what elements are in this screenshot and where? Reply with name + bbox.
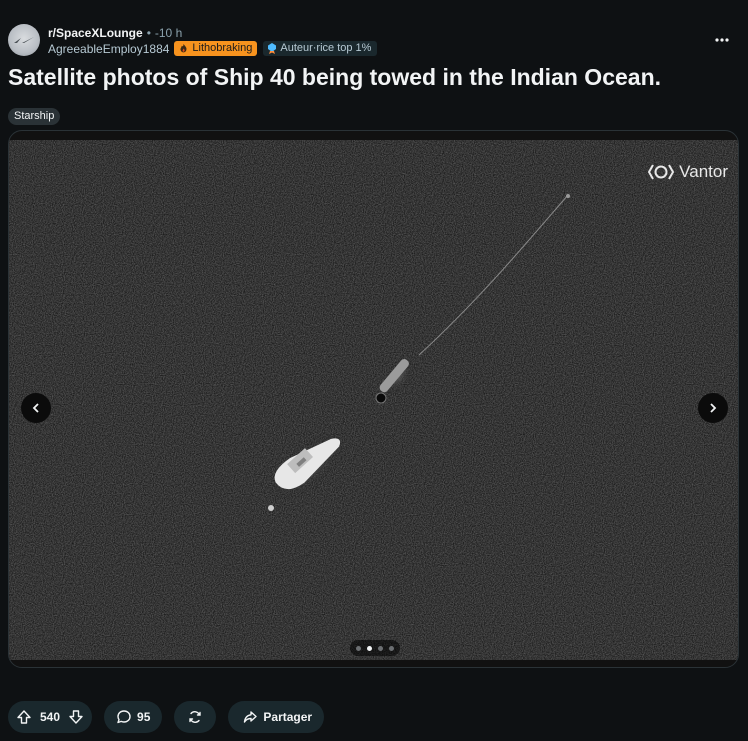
comments-button[interactable]: 95 [104, 701, 163, 733]
crosspost-button[interactable] [174, 701, 217, 733]
author-line: AgreeableEmploy1884 Lithobraking Auteur·… [48, 41, 378, 56]
subreddit-line: r/SpaceXLounge • -10 h [48, 26, 182, 40]
post-title[interactable]: Satellite photos of Ship 40 being towed … [8, 62, 740, 92]
pagination-dot-active[interactable] [367, 645, 372, 651]
more-options-button[interactable] [712, 30, 732, 50]
gallery-pagination [350, 640, 400, 656]
post-header: r/SpaceXLounge • -10 h AgreeableEmploy1884… [8, 22, 740, 58]
more-icon [715, 38, 729, 42]
share-icon [244, 711, 258, 723]
share-label: Partager [263, 710, 313, 724]
pagination-dot[interactable] [356, 645, 361, 651]
satellite-photo[interactable]: Vantor [9, 140, 738, 660]
post-time: -10 h [154, 26, 183, 40]
post-flair-tag[interactable]: Starship [8, 108, 61, 125]
previous-image-button[interactable] [21, 393, 51, 423]
post-actions: 540 95 Partager [8, 701, 325, 733]
badge-label: Auteur·rice top 1% [280, 42, 372, 54]
top-author-badge: Auteur·rice top 1% [263, 41, 378, 56]
subreddit-name[interactable]: r/SpaceXLounge [48, 26, 143, 40]
next-image-button[interactable] [698, 393, 728, 423]
crosspost-icon [189, 711, 202, 723]
ocean-image [9, 140, 738, 660]
pagination-dot[interactable] [389, 645, 394, 651]
upvote-icon[interactable] [16, 709, 32, 725]
chevron-left-icon [32, 403, 39, 413]
watermark-text: Vantor [679, 162, 728, 181]
subreddit-avatar[interactable] [8, 24, 40, 56]
pagination-dot[interactable] [378, 645, 383, 651]
flair-label: Lithobraking [192, 42, 253, 54]
user-flair: Lithobraking [174, 41, 258, 56]
vote-count: 540 [40, 710, 61, 724]
author-name[interactable]: AgreeableEmploy1884 [48, 42, 169, 56]
comment-count: 95 [137, 710, 151, 724]
top-author-icon [268, 43, 277, 54]
chevron-right-icon [710, 403, 717, 413]
image-gallery[interactable]: Vantor [8, 130, 739, 668]
vantor-watermark: Vantor [648, 162, 728, 182]
downvote-icon[interactable] [68, 709, 84, 725]
fire-icon [180, 43, 187, 53]
vote-control: 540 [8, 701, 93, 733]
meta-separator: • [146, 26, 151, 40]
comment-icon [117, 710, 131, 724]
vantor-logo-icon [648, 164, 675, 180]
share-button[interactable]: Partager [228, 701, 325, 733]
spacex-logo-icon [14, 37, 34, 43]
